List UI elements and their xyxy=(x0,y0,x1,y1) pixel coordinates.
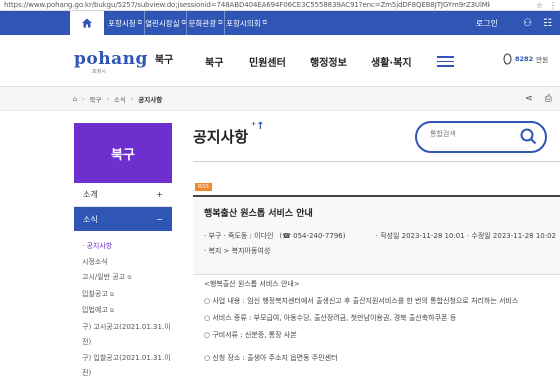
article-body-line: ○ 구비서류 : 신분증, 통장 사본 xyxy=(204,331,297,339)
menu-admin-info[interactable]: 행정정보 xyxy=(310,54,347,69)
submenu-old-bid-notice-cont[interactable]: 전) xyxy=(82,366,172,382)
external-link-icon: ⧉ xyxy=(262,19,267,26)
home-tab[interactable] xyxy=(70,11,104,35)
submenu-old-public-notice-cont[interactable]: 전) xyxy=(82,335,172,351)
chevron-right-icon: › xyxy=(130,95,134,103)
tab-pohang-city[interactable]: 포항시청 ⧉ xyxy=(106,11,144,35)
minus-icon: − xyxy=(156,214,163,224)
sidebar-item-intro[interactable]: 소개 + xyxy=(74,183,172,207)
breadcrumb-item[interactable]: 소식 xyxy=(114,94,126,104)
article-header: 행복출산 원스톱 서비스 안내 · 부구 · 죽도동 : 이다인 (☎ 054-2… xyxy=(193,195,560,275)
chevron-right-icon: › xyxy=(106,95,109,103)
sitemap-icon[interactable]: ☷ xyxy=(543,18,552,29)
article-body-line: ○ 사업 내용 : 임신 행정복지센터에서 출생신고 후 출산지원서비스를 한 … xyxy=(204,297,519,305)
login-link[interactable]: 로그인 xyxy=(476,11,498,35)
print-icon[interactable]: ⎙ xyxy=(545,94,552,104)
user-icon[interactable]: ⚇ xyxy=(523,18,532,29)
home-icon xyxy=(82,18,92,28)
plus-icon: + xyxy=(156,190,163,199)
submenu-public-notice[interactable]: 고시/일반 공고 ⧉ xyxy=(82,270,172,287)
sidebar: 북구 소개 + 소식 − · 공지사항 시정소식 고시/일반 공고 ⧉ 입찰공고… xyxy=(74,123,172,382)
article-body-line: <행복출산 원스톱 서비스 안내> xyxy=(204,280,300,288)
sidebar-submenu: · 공지사항 시정소식 고시/일반 공고 ⧉ 입찰공고 ⧉ 입법예고 ⧉ 구) … xyxy=(74,231,172,382)
tab-city-council[interactable]: 포항시의회 ⧉ xyxy=(224,11,268,35)
site-header: pohang 포항시 북구 북구 민원센터 행정정보 생활·복지 8282 만원 xyxy=(0,35,560,87)
browser-address-bar[interactable]: https://www.pohang.go.kr/bukgu/5257/subv… xyxy=(0,0,560,11)
site-logo[interactable]: pohang 포항시 북구 xyxy=(74,51,174,76)
search-input[interactable] xyxy=(430,130,520,138)
page-title: 공지사항 xyxy=(193,128,249,146)
submenu-old-bid-notice[interactable]: 구) 입찰공고(2021.01.31.이 xyxy=(82,351,172,367)
home-icon[interactable]: ⌂ xyxy=(73,95,77,103)
breadcrumb-current: 공지사항 xyxy=(138,96,163,104)
search-icon[interactable] xyxy=(520,128,537,145)
menu-dots-icon[interactable]: ⋮ xyxy=(549,1,557,10)
menu-civil-center[interactable]: 민원센터 xyxy=(249,54,286,69)
district-name: 북구 xyxy=(154,55,174,66)
search-box[interactable] xyxy=(415,121,547,153)
external-link-icon: ⧉ xyxy=(218,19,223,26)
visitor-counter: 8282 만원 xyxy=(503,53,548,65)
article-category: · 복지 > 복지아동여성 xyxy=(204,247,271,255)
submenu-notice[interactable]: · 공지사항 xyxy=(82,239,172,255)
title-decoration-icon: ⁺↑ xyxy=(251,121,265,132)
external-link-icon: ⧉ xyxy=(127,275,132,281)
tab-culture-tour[interactable]: 문화관광 ⧉ xyxy=(186,11,224,35)
breadcrumb-item[interactable]: 북구 xyxy=(90,94,102,104)
article-body-line: ○ 신청 장소 : 출생아 주소지 읍면동 주민센터 xyxy=(204,354,338,362)
external-link-icon: ⧉ xyxy=(110,308,114,314)
person-icon xyxy=(503,53,512,65)
menu-bukgu[interactable]: 북구 xyxy=(205,54,223,69)
external-link-icon: ⧉ xyxy=(110,291,114,298)
external-link-icon: ⧉ xyxy=(137,19,142,26)
main-content: 공지사항 ⁺↑ RSS 행복출산 원스톱 서비스 안내 · 부구 · 죽도동 :… xyxy=(193,115,560,363)
article-phone: (☎ 054-240-7796) xyxy=(279,232,346,240)
article-body-line: ○ 서비스 종류 : 부모급여, 아동수당, 출산장려금, 첫만남이용권, 경북… xyxy=(204,314,457,322)
sidebar-item-news[interactable]: 소식 − xyxy=(74,207,172,231)
top-navigation: 포항시청 ⧉ 열린시장실 ⧉ 문화관광 ⧉ 포항시의회 ⧉ 로그인 ⚇ ☷ xyxy=(0,11,560,35)
url-text[interactable]: https://www.pohang.go.kr/bukgu/5257/subv… xyxy=(0,1,490,9)
submenu-legislation[interactable]: 입법예고 ⧉ xyxy=(82,303,172,320)
sidebar-title: 북구 xyxy=(74,123,172,183)
rss-badge[interactable]: RSS xyxy=(195,183,212,191)
article-title: 행복출산 원스톱 서비스 안내 xyxy=(204,209,313,219)
title-divider xyxy=(193,161,560,162)
submenu-old-public-notice[interactable]: 구) 고시공고(2021.01.31.이 xyxy=(82,320,172,336)
article-dates: · 작성일 2023-11-28 10:01 · 수정일 2023-11-28 … xyxy=(375,232,556,240)
hamburger-menu-icon[interactable] xyxy=(437,56,454,67)
star-icon[interactable]: ☆ xyxy=(536,1,543,10)
share-icon[interactable]: ⋖ xyxy=(525,94,533,104)
tab-open-mayor[interactable]: 열린시장실 ⧉ xyxy=(144,11,186,35)
chevron-right-icon: › xyxy=(82,95,85,103)
breadcrumb: ⌂ › 북구 › 소식 › 공지사항 ⋖ ⎙ xyxy=(0,87,560,111)
submenu-bid-notice[interactable]: 입찰공고 ⧉ xyxy=(82,287,172,304)
submenu-city-news[interactable]: 시정소식 xyxy=(82,255,172,271)
menu-life-welfare[interactable]: 생활·복지 xyxy=(371,54,412,69)
